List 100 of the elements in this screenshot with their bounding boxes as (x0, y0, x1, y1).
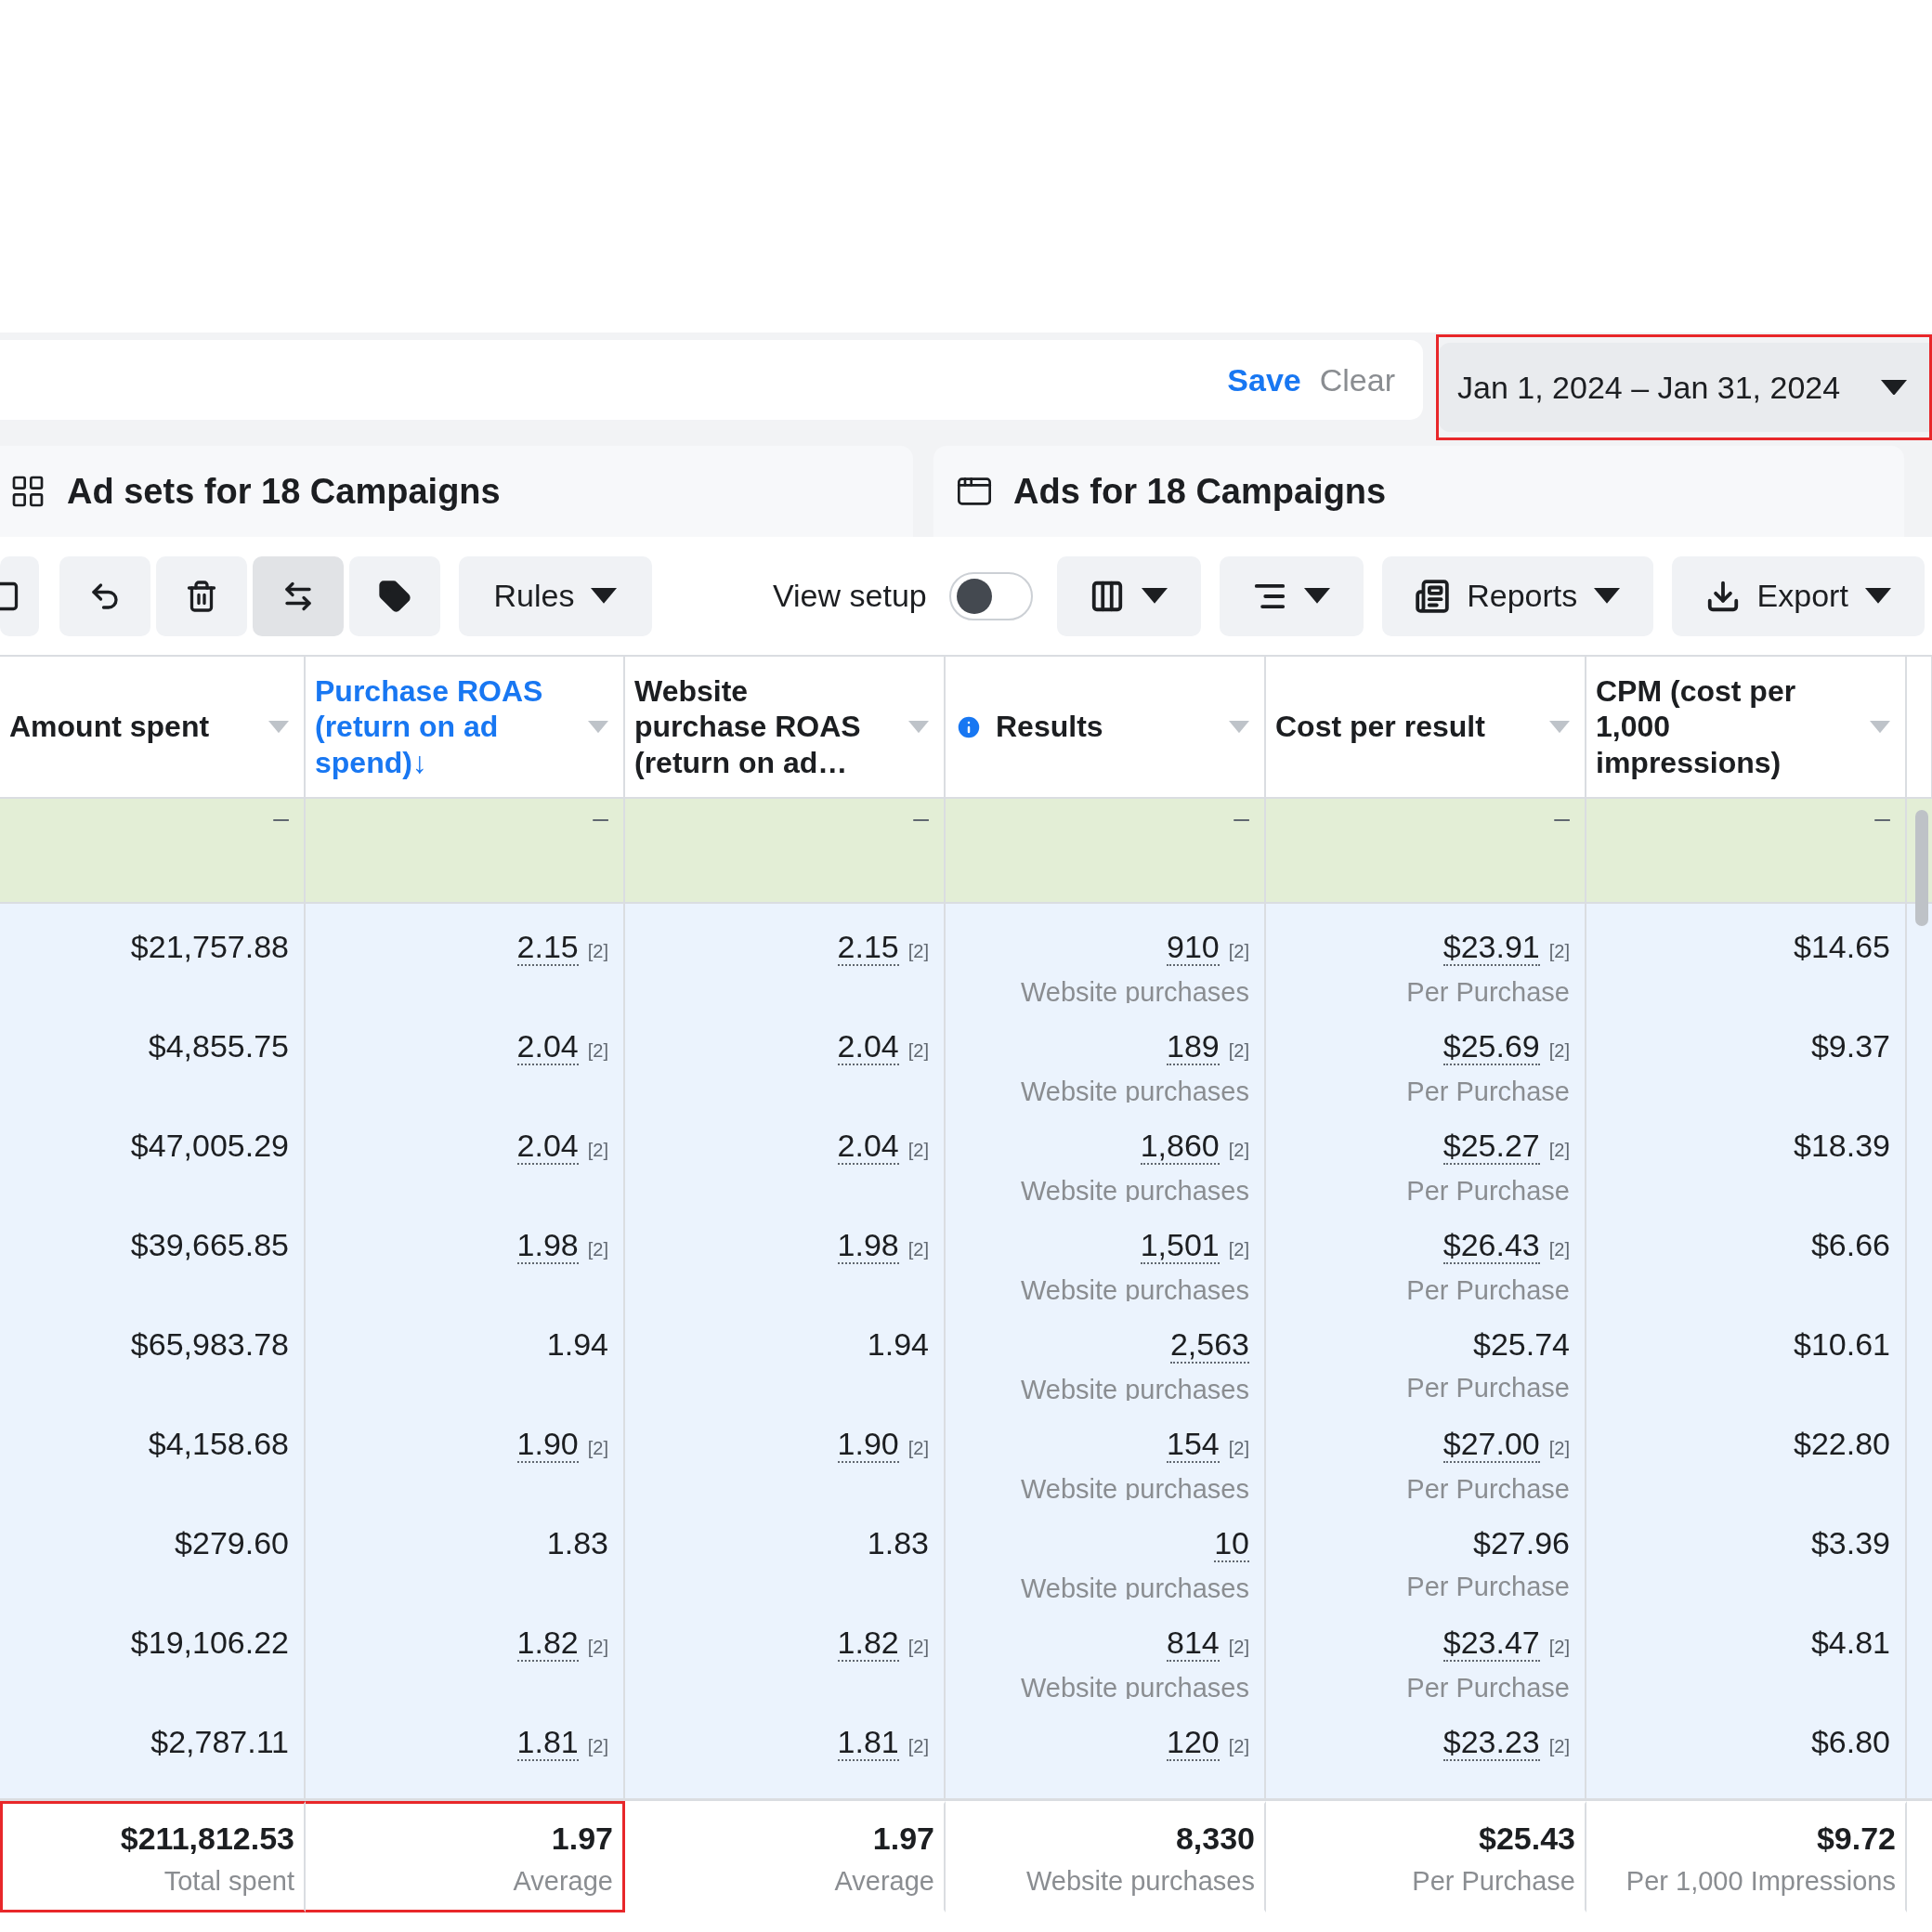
table-cell: 814 (1167, 1625, 1220, 1663)
caret-icon (1881, 379, 1907, 396)
footnote-mark: [2] (1228, 941, 1249, 962)
date-range-picker[interactable]: Jan 1, 2024 – Jan 31, 2024 (1439, 343, 1929, 432)
sort-caret-icon (588, 720, 608, 734)
footnote-mark: [2] (1548, 1040, 1570, 1062)
tab[interactable]: Ads for 18 Campaigns (933, 446, 1904, 537)
view-setup-toggle[interactable] (948, 571, 1033, 620)
total-value: 1.97 (872, 1821, 934, 1857)
table-cell: $6.66 (1810, 1228, 1890, 1263)
empty-value: – (1234, 802, 1249, 834)
table-cell: $4,158.68 (148, 1427, 289, 1462)
table-cell: 1.81 (516, 1725, 579, 1762)
footnote-mark: [2] (587, 1736, 608, 1757)
cell-caption: Website purchases (1020, 1375, 1249, 1406)
footnote-mark: [2] (1228, 1736, 1249, 1757)
footnote-mark: [2] (587, 1637, 608, 1658)
table-cell: $22.80 (1794, 1427, 1890, 1462)
cell-caption: Website purchases (1020, 1176, 1249, 1208)
menu-button[interactable]: Export (1671, 555, 1925, 636)
footnote-mark: [2] (587, 1239, 608, 1260)
table-cell: 1.83 (867, 1526, 929, 1561)
table-cell: $18.39 (1794, 1129, 1890, 1164)
cell-caption: Per Purchase (1406, 1077, 1570, 1108)
reports-icon (1415, 578, 1451, 614)
table-cell: $23.91 (1442, 930, 1540, 967)
footnote-mark: [2] (907, 941, 929, 962)
cell-caption: Per Purchase (1406, 1176, 1570, 1208)
table-cell: 1,501 (1140, 1228, 1220, 1265)
table-cell: 1.94 (867, 1327, 929, 1363)
sort-caret-icon (1549, 720, 1570, 734)
table-cell: $4.81 (1810, 1625, 1890, 1661)
table-cell: $9.37 (1810, 1029, 1890, 1064)
table-cell: 1.82 (837, 1625, 899, 1663)
view-setup-label: View setup (773, 578, 927, 614)
empty-value: – (593, 802, 608, 834)
footnote-mark: [2] (1548, 1736, 1570, 1757)
caret-icon (1142, 588, 1168, 604)
toolbar-menu-button[interactable] (1056, 555, 1201, 636)
table-cell: $10.61 (1794, 1327, 1890, 1363)
scrollbar-thumb[interactable] (1915, 810, 1928, 926)
footnote-mark: [2] (1548, 1637, 1570, 1658)
toolbar-menu-button[interactable] (1219, 555, 1364, 636)
toolbar-button[interactable] (253, 555, 344, 636)
empty-value: – (1554, 802, 1570, 834)
table-cell: $25.69 (1442, 1029, 1540, 1066)
table-cell: 1.90 (516, 1427, 579, 1464)
footnote-mark: [2] (1548, 1438, 1570, 1459)
total-label: Website purchases (1025, 1866, 1255, 1897)
table-cell: 154 (1167, 1427, 1220, 1464)
table-cell: $25.74 (1473, 1327, 1570, 1363)
table-cell: $6.80 (1810, 1725, 1890, 1760)
empty-value: – (1874, 802, 1890, 834)
cell-caption: Per Purchase (1406, 1572, 1570, 1603)
table-cell: $25.27 (1442, 1129, 1540, 1166)
total-value: $25.43 (1479, 1821, 1575, 1857)
footnote-mark: [2] (1548, 941, 1570, 962)
caret-icon (1304, 588, 1331, 604)
footnote-mark: [2] (907, 1239, 929, 1260)
toolbar-button[interactable] (349, 555, 440, 636)
cell-caption: Per Purchase (1406, 1373, 1570, 1404)
save-button[interactable]: Save (1227, 361, 1301, 398)
table-cell: 10 (1214, 1526, 1249, 1563)
table-cell: $14.65 (1794, 930, 1890, 965)
table-cell: $23.47 (1442, 1625, 1540, 1663)
table-cell: 1.83 (546, 1526, 608, 1561)
footnote-mark: [2] (1228, 1239, 1249, 1260)
table-cell: $2,787.11 (150, 1725, 289, 1760)
cell-caption: Per Purchase (1406, 1474, 1570, 1506)
empty-value: – (273, 802, 289, 834)
cell-caption: Website purchases (1020, 1077, 1249, 1108)
total-label: Per 1,000 Impressions (1625, 1866, 1896, 1897)
table-cell: $27.00 (1442, 1427, 1540, 1464)
footnote-mark: [2] (587, 1040, 608, 1062)
menu-button[interactable]: Reports (1381, 555, 1653, 636)
footnote-mark: [2] (587, 1140, 608, 1161)
toolbar-button[interactable] (0, 555, 39, 636)
footnote-mark: [2] (1228, 1637, 1249, 1658)
footnote-mark: [2] (907, 1736, 929, 1757)
tag-icon (378, 579, 411, 613)
cell-caption: Per Purchase (1406, 977, 1570, 1009)
sort-caret-icon (268, 720, 289, 734)
table-cell: 2.04 (516, 1129, 579, 1166)
cell-caption: Per Purchase (1406, 1673, 1570, 1704)
table-cell: 2.15 (516, 930, 579, 967)
table-cell: 2,563 (1169, 1327, 1249, 1364)
cell-caption: Website purchases (1020, 1474, 1249, 1506)
toolbar-button[interactable] (59, 555, 150, 636)
footnote-mark: [2] (1548, 1140, 1570, 1161)
table-cell: 2.04 (516, 1029, 579, 1066)
footnote-mark: [2] (1548, 1239, 1570, 1260)
footnote-mark: [2] (587, 941, 608, 962)
rules-menu[interactable]: Rules (459, 555, 652, 636)
table-cell: $65,983.78 (130, 1327, 289, 1363)
total-value: $211,812.53 (120, 1821, 294, 1857)
table-cell: $47,005.29 (130, 1129, 289, 1164)
table-cell: 1.81 (837, 1725, 899, 1762)
caret-icon (591, 588, 618, 604)
tab[interactable]: Ad sets for 18 Campaigns (0, 446, 913, 537)
toolbar-button[interactable] (156, 555, 247, 636)
